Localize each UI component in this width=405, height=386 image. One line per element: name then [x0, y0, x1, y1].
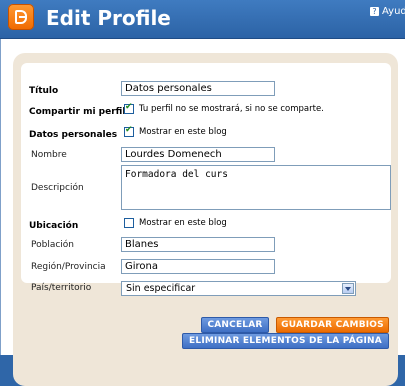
help-label: Ayuda: [382, 6, 405, 17]
blogger-logo-icon: [8, 4, 34, 30]
region-label: Región/Provincia: [31, 262, 106, 272]
title-bar: Edit Profile ?Ayuda: [0, 0, 405, 39]
datos-text: Mostrar en este blog: [139, 127, 227, 137]
pais-selected-value: Sin especificar: [126, 283, 196, 294]
nombre-label: Nombre: [31, 150, 67, 160]
poblacion-input[interactable]: Blanes: [121, 237, 275, 252]
ubicacion-text: Mostrar en este blog: [139, 218, 227, 228]
pais-select[interactable]: Sin especificar: [121, 281, 356, 296]
titulo-input[interactable]: Datos personales: [121, 81, 275, 96]
cancel-button[interactable]: CANCELAR: [201, 317, 269, 333]
help-icon: ?: [370, 7, 379, 16]
nombre-input[interactable]: Lourdes Domenech: [121, 147, 275, 162]
chevron-down-icon[interactable]: [342, 283, 354, 294]
compartir-text: Tu perfil no se mostrará, si no se compa…: [139, 104, 324, 114]
ubicacion-label: Ubicación: [29, 221, 79, 231]
ubicacion-checkbox[interactable]: [124, 218, 134, 228]
page-title: Edit Profile: [46, 6, 171, 30]
help-link[interactable]: ?Ayuda: [370, 6, 405, 17]
delete-page-elements-button[interactable]: ELIMINAR ELEMENTOS DE LA PÁGINA: [182, 333, 389, 349]
compartir-checkbox[interactable]: [124, 102, 134, 114]
titulo-label: Título: [29, 86, 59, 96]
content-panel: Título Datos personales Compartir mi per…: [0, 39, 405, 386]
descripcion-textarea[interactable]: Formadora del curs: [121, 165, 391, 210]
profile-card: Título Datos personales Compartir mi per…: [13, 53, 398, 386]
pais-label: País/territorio: [31, 283, 92, 293]
poblacion-label: Población: [31, 240, 75, 250]
datos-label: Datos personales: [29, 130, 118, 140]
descripcion-label: Descripción: [31, 183, 84, 193]
profile-form: Título Datos personales Compartir mi per…: [21, 63, 391, 283]
save-button[interactable]: GUARDAR CAMBIOS: [276, 317, 389, 333]
compartir-label: Compartir mi perfil: [29, 107, 126, 117]
datos-checkbox[interactable]: [124, 125, 134, 137]
region-input[interactable]: Girona: [121, 259, 275, 274]
